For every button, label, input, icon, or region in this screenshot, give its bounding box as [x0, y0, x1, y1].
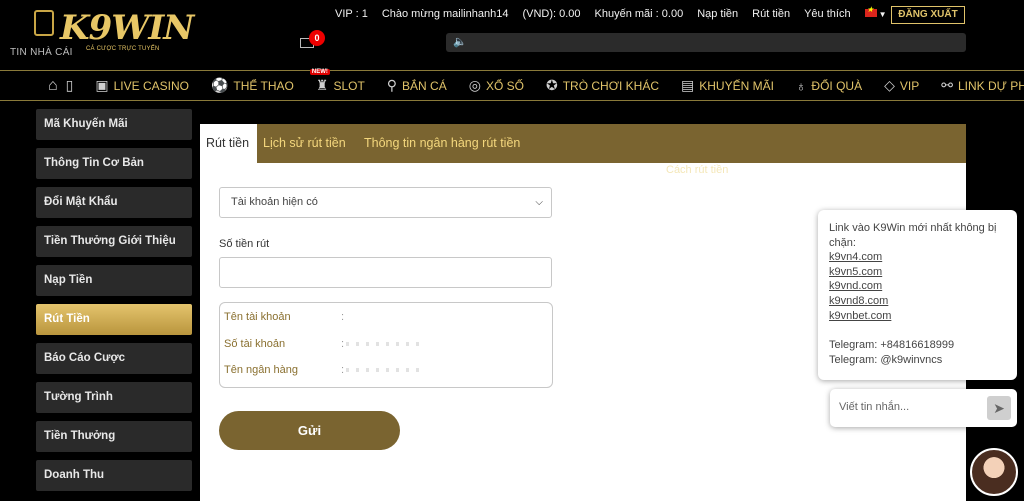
- amount-label: Số tiền rút: [219, 238, 270, 250]
- link-icon: ⚯: [941, 77, 953, 93]
- withdraw-guide-link[interactable]: Cách rút tiền: [666, 164, 728, 176]
- tab-bar: Rút tiền Lịch sử rút tiền Thông tin ngân…: [200, 124, 966, 163]
- info-account-number: Số tài khoản:: [224, 338, 426, 350]
- logo-subtitle: CÁ CƯỢC TRỰC TUYẾN: [86, 46, 160, 52]
- slot-icon: ♜: [315, 77, 329, 93]
- favorites-link[interactable]: Yêu thích: [804, 8, 850, 20]
- account-sidebar: Mã Khuyến Mãi Thông Tin Cơ Bản Đổi Mật K…: [36, 109, 192, 499]
- nav-other-games[interactable]: ✪ TRÒ CHƠI KHÁC: [546, 71, 659, 100]
- header: TIN NHÀ CÁI K9WIN CÁ CƯỢC TRỰC TUYẾN VIP…: [0, 0, 1024, 70]
- info-account-name: Tên tài khoản:: [224, 311, 345, 323]
- account-bar: VIP : 1 Chào mừng mailinhanh14 (VND): 0.…: [335, 5, 901, 22]
- chat-link[interactable]: k9vn4.com: [829, 250, 1006, 265]
- amount-input[interactable]: [219, 257, 552, 288]
- chevron-down-icon: ▼: [878, 10, 887, 19]
- info-bank-name: Tên ngân hàng:: [224, 364, 426, 376]
- diamond-icon: ◇: [884, 77, 895, 93]
- logo-text: K9WIN: [60, 8, 194, 48]
- sidebar-item-promo-code[interactable]: Mã Khuyến Mãi: [36, 109, 192, 140]
- tab-withdraw[interactable]: Rút tiền: [200, 124, 257, 163]
- chat-placeholder: Viết tin nhắn...: [839, 401, 910, 413]
- telegram-phone: Telegram: +84816618999: [829, 339, 955, 352]
- send-icon[interactable]: ➤: [987, 396, 1011, 420]
- chat-message-card: Link vào K9Win mới nhất không bị chặn: k…: [818, 210, 1017, 380]
- casino-icon: ▣: [95, 77, 109, 93]
- nav-rewards[interactable]: ♁ ĐỔI QUÀ: [796, 71, 862, 100]
- balance: (VND): 0.00: [522, 8, 581, 20]
- sidebar-item-basic-info[interactable]: Thông Tin Cơ Bản: [36, 148, 192, 179]
- nav-backup-link[interactable]: ⚯LINK DỰ PHÒ: [941, 71, 1024, 100]
- bank-info-box: Tên tài khoản: Số tài khoản: Tên ngân hà…: [219, 302, 553, 388]
- telegram-handle: Telegram: @k9winvncs: [829, 353, 943, 366]
- sidebar-item-turnover[interactable]: Doanh Thu: [36, 460, 192, 491]
- chat-link[interactable]: k9vnbet.com: [829, 309, 1006, 324]
- account-select-value: Tài khoản hiện có: [231, 196, 318, 208]
- sidebar-item-deposit[interactable]: Nạp Tiền: [36, 265, 192, 296]
- chat-link[interactable]: k9vn5.com: [829, 265, 1006, 280]
- new-badge: NEW!: [309, 69, 330, 75]
- exchange-icon: ♁: [795, 77, 807, 94]
- withdraw-link[interactable]: Rút tiền: [752, 8, 790, 20]
- deposit-link[interactable]: Nạp tiền: [697, 8, 738, 20]
- tab-bank-info[interactable]: Thông tin ngân hàng rút tiền: [364, 124, 520, 163]
- chat-input[interactable]: Viết tin nhắn... ➤: [830, 389, 1017, 427]
- lottery-icon: ◎: [468, 77, 481, 93]
- nav-promotions[interactable]: ▤ KHUYẾN MÃI: [681, 71, 774, 100]
- sidebar-item-withdraw[interactable]: Rút Tiền: [36, 304, 192, 335]
- mail-count-badge: 0: [309, 30, 325, 46]
- chat-link[interactable]: k9vnd.com: [829, 279, 1006, 294]
- announcement-marquee: 🔈: [446, 33, 966, 52]
- vietnam-flag-icon: [864, 5, 877, 17]
- nav-live-casino[interactable]: ▣ LIVE CASINO: [95, 71, 189, 100]
- nav-vip[interactable]: ◇ VIP: [884, 71, 919, 100]
- chevron-down-icon: ⌵: [535, 197, 543, 208]
- fish-icon: ⚲: [386, 77, 398, 93]
- nav-fishing[interactable]: ⚲ BẮN CÁ: [387, 71, 447, 100]
- mobile-icon[interactable]: ▯: [66, 71, 74, 100]
- sidebar-item-statement[interactable]: Tường Trình: [36, 382, 192, 413]
- masked-value: [346, 342, 426, 346]
- tab-withdraw-history[interactable]: Lịch sử rút tiền: [263, 124, 346, 163]
- nav-sports[interactable]: ⚽ THỂ THAO: [211, 71, 294, 100]
- vip-level: VIP : 1: [335, 8, 368, 20]
- sidebar-item-change-password[interactable]: Đổi Mật Khẩu: [36, 187, 192, 218]
- home-icon[interactable]: ⌂: [48, 71, 58, 100]
- crown-icon: [34, 10, 54, 36]
- submit-button[interactable]: Gửi: [219, 411, 400, 450]
- main-nav: ⌂ ▯ ▣ LIVE CASINO ⚽ THỂ THAO NEW! ♜ SLOT ⚲ BẮ…: [0, 69, 1024, 101]
- gift-icon: ▤: [681, 77, 695, 93]
- sidebar-item-bet-report[interactable]: Báo Cáo Cược: [36, 343, 192, 374]
- nav-lottery[interactable]: ◎ XỔ SỐ: [469, 71, 524, 100]
- nav-slot[interactable]: NEW! ♜ SLOT: [309, 69, 365, 100]
- speaker-icon: 🔈: [453, 36, 467, 48]
- promo-balance: Khuyến mãi : 0.00: [594, 8, 684, 20]
- logo[interactable]: K9WIN CÁ CƯỢC TRỰC TUYẾN: [56, 2, 194, 58]
- chat-intro: Link vào K9Win mới nhất không bị chặn:: [829, 222, 997, 249]
- sidebar-item-referral-bonus[interactable]: Tiền Thưởng Giới Thiệu: [36, 226, 192, 257]
- account-select[interactable]: Tài khoản hiện có ⌵: [219, 187, 552, 218]
- soccer-icon: ⚽: [210, 77, 229, 93]
- logout-button[interactable]: ĐĂNG XUẤT: [891, 6, 965, 24]
- chat-link[interactable]: k9vnd8.com: [829, 294, 1006, 309]
- support-avatar[interactable]: [970, 448, 1018, 496]
- masked-value: [346, 368, 426, 372]
- game-icon: ✪: [545, 77, 558, 93]
- sidebar-item-bonus[interactable]: Tiền Thưởng: [36, 421, 192, 452]
- greeting: Chào mừng mailinhanh14: [381, 8, 509, 20]
